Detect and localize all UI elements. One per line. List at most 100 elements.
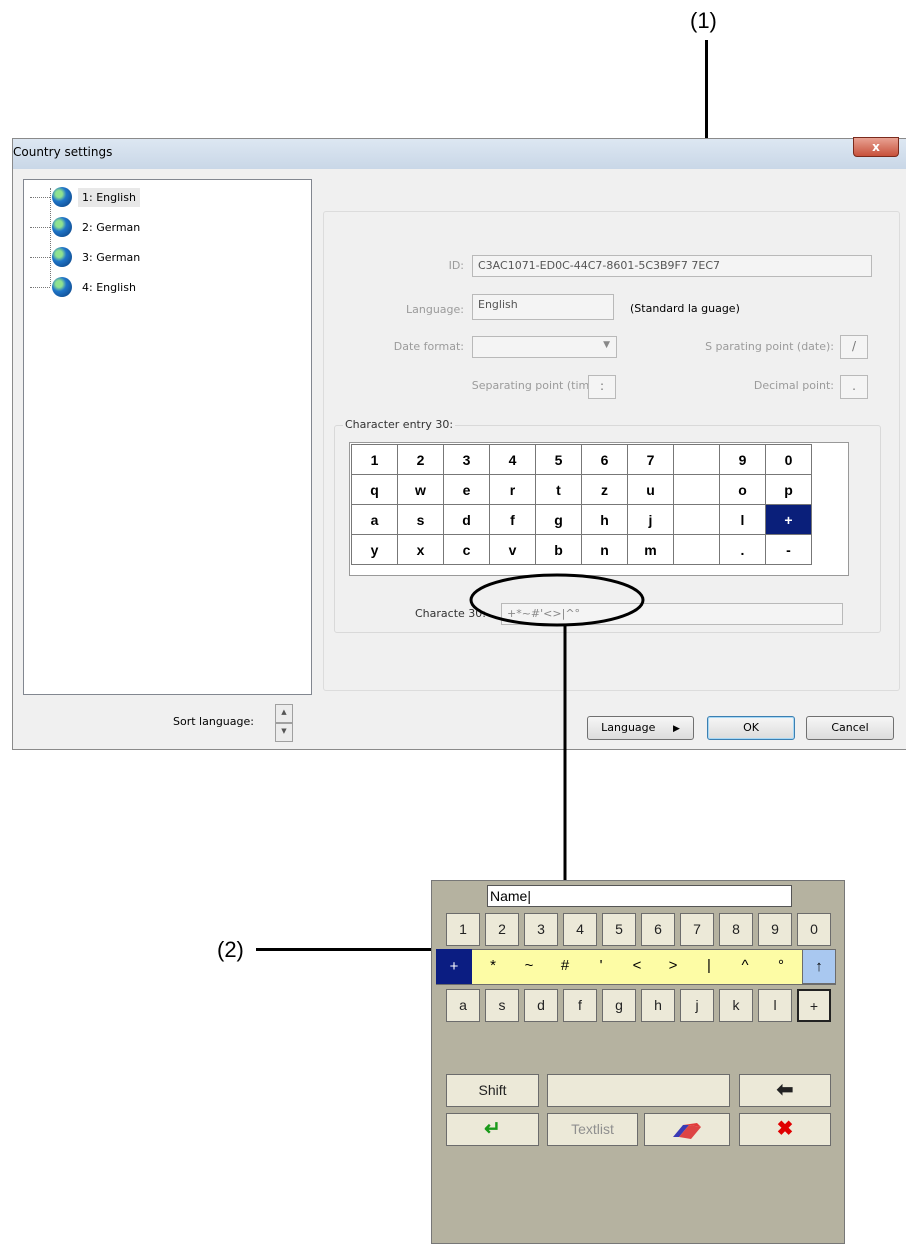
char-key[interactable]: u xyxy=(627,474,674,505)
enter-key[interactable]: ↵ xyxy=(446,1113,539,1146)
eraser-key[interactable] xyxy=(644,1113,730,1146)
char-key[interactable]: z xyxy=(581,474,628,505)
char-key[interactable]: y xyxy=(351,534,398,565)
special-char-key[interactable]: < xyxy=(620,949,654,984)
char-key[interactable]: 5 xyxy=(535,444,582,475)
special-char-key[interactable]: # xyxy=(548,949,582,984)
keyboard-key[interactable]: a xyxy=(446,989,480,1022)
char-key[interactable]: 9 xyxy=(719,444,766,475)
keyboard-input[interactable]: Name| xyxy=(487,885,792,907)
char-key[interactable] xyxy=(673,444,720,475)
char-key[interactable] xyxy=(673,504,720,535)
char-key[interactable]: q xyxy=(351,474,398,505)
keyboard-key[interactable]: 3 xyxy=(524,913,558,946)
tree-item-4[interactable]: 4: English xyxy=(30,274,140,300)
tree-item-1[interactable]: 1: English xyxy=(30,184,140,210)
char-key[interactable]: 3 xyxy=(443,444,490,475)
close-button[interactable]: x xyxy=(853,137,899,157)
special-char-key[interactable]: > xyxy=(656,949,690,984)
char-key[interactable]: h xyxy=(581,504,628,535)
ok-button[interactable]: OK xyxy=(707,716,795,740)
up-arrow-key[interactable]: ↑ xyxy=(802,949,836,984)
special-char-key[interactable]: | xyxy=(692,949,726,984)
keyboard-key[interactable]: s xyxy=(485,989,519,1022)
cancel-button[interactable]: Cancel xyxy=(806,716,894,740)
keyboard-key[interactable]: 1 xyxy=(446,913,480,946)
sort-language-spinner[interactable]: ▲ ▼ xyxy=(275,704,293,742)
keyboard-key[interactable]: 6 xyxy=(641,913,675,946)
char-key[interactable]: v xyxy=(489,534,536,565)
keyboard-key[interactable]: 5 xyxy=(602,913,636,946)
char-key[interactable]: x xyxy=(397,534,444,565)
char-key[interactable]: p xyxy=(765,474,812,505)
char-key[interactable]: 6 xyxy=(581,444,628,475)
special-toggle-key[interactable]: + xyxy=(436,949,472,984)
keyboard-key[interactable]: 9 xyxy=(758,913,792,946)
char-key[interactable]: 7 xyxy=(627,444,674,475)
char-key[interactable]: o xyxy=(719,474,766,505)
separating-time-field[interactable]: : xyxy=(588,375,616,399)
keyboard-key[interactable]: k xyxy=(719,989,753,1022)
char-key[interactable]: b xyxy=(535,534,582,565)
globe-icon xyxy=(52,277,72,297)
char-key[interactable]: + xyxy=(765,504,812,535)
char-key[interactable] xyxy=(673,474,720,505)
touch-keyboard: Name| Shift ⬅ ↵ Textlist ✖ 1234567890qwe… xyxy=(431,880,845,1244)
language-button[interactable]: Language ▶ xyxy=(587,716,694,740)
keyboard-key[interactable]: 0 xyxy=(797,913,831,946)
keyboard-key[interactable]: 2 xyxy=(485,913,519,946)
char-key[interactable]: . xyxy=(719,534,766,565)
keyboard-key[interactable]: 8 xyxy=(719,913,753,946)
char-key[interactable]: n xyxy=(581,534,628,565)
globe-icon xyxy=(52,187,72,207)
char-key[interactable]: t xyxy=(535,474,582,505)
keyboard-key[interactable]: f xyxy=(563,989,597,1022)
char-key[interactable] xyxy=(673,534,720,565)
special-char-key[interactable]: ' xyxy=(584,949,618,984)
keyboard-key[interactable]: g xyxy=(602,989,636,1022)
char-key[interactable]: 1 xyxy=(351,444,398,475)
delete-key[interactable]: ✖ xyxy=(739,1113,831,1146)
char-key[interactable]: g xyxy=(535,504,582,535)
keyboard-key[interactable]: l xyxy=(758,989,792,1022)
backspace-key[interactable]: ⬅ xyxy=(739,1074,831,1107)
char-key[interactable]: a xyxy=(351,504,398,535)
char-key[interactable]: j xyxy=(627,504,674,535)
keyboard-key[interactable]: d xyxy=(524,989,558,1022)
tree-item-3[interactable]: 3: German xyxy=(30,244,144,270)
special-char-key[interactable]: * xyxy=(476,949,510,984)
char-key[interactable]: 4 xyxy=(489,444,536,475)
special-char-key[interactable]: ~ xyxy=(512,949,546,984)
textlist-key[interactable]: Textlist xyxy=(547,1113,638,1146)
id-field[interactable]: C3AC1071-ED0C-44C7-8601-5C3B9F7 7EC7 xyxy=(472,255,872,277)
tree-item-2[interactable]: 2: German xyxy=(30,214,144,240)
char-key[interactable]: e xyxy=(443,474,490,505)
keyboard-key[interactable]: j xyxy=(680,989,714,1022)
globe-icon xyxy=(52,247,72,267)
special-char-key[interactable]: ° xyxy=(764,949,798,984)
char-key[interactable]: 0 xyxy=(765,444,812,475)
char-key[interactable]: w xyxy=(397,474,444,505)
separating-date-field[interactable]: / xyxy=(840,335,868,359)
char-key[interactable]: f xyxy=(489,504,536,535)
special-char-key[interactable]: ^ xyxy=(728,949,762,984)
language-field[interactable]: English xyxy=(472,294,614,320)
char-key[interactable]: m xyxy=(627,534,674,565)
chevron-up-icon[interactable]: ▲ xyxy=(275,704,293,723)
shift-key[interactable]: Shift xyxy=(446,1074,539,1107)
chevron-down-icon[interactable]: ▼ xyxy=(275,723,293,742)
char-key[interactable]: - xyxy=(765,534,812,565)
char-key[interactable]: 2 xyxy=(397,444,444,475)
keyboard-key[interactable]: 4 xyxy=(563,913,597,946)
char-key[interactable]: s xyxy=(397,504,444,535)
space-key[interactable] xyxy=(547,1074,730,1107)
char-key[interactable]: l xyxy=(719,504,766,535)
char-key[interactable]: c xyxy=(443,534,490,565)
keyboard-key[interactable]: h xyxy=(641,989,675,1022)
keyboard-key[interactable]: + xyxy=(797,989,831,1022)
char-key[interactable]: d xyxy=(443,504,490,535)
date-format-select[interactable]: ▼ xyxy=(472,336,617,358)
decimal-point-field[interactable]: . xyxy=(840,375,868,399)
char-key[interactable]: r xyxy=(489,474,536,505)
keyboard-key[interactable]: 7 xyxy=(680,913,714,946)
